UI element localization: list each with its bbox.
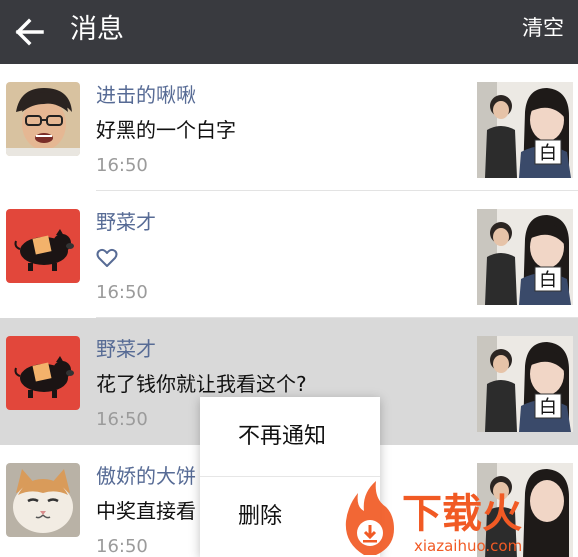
sender-name[interactable]: 野菜才 bbox=[96, 336, 156, 362]
svg-text:白: 白 bbox=[539, 143, 557, 164]
back-arrow-icon[interactable] bbox=[12, 14, 48, 50]
red-pig-avatar-icon[interactable] bbox=[6, 336, 80, 410]
photo-thumbnail[interactable]: 白 bbox=[477, 209, 573, 305]
mute-notifications-menu-item[interactable]: 不再通知 bbox=[200, 397, 380, 477]
red-pig-avatar-icon[interactable] bbox=[6, 209, 80, 283]
svg-text:xiazaihuo.com: xiazaihuo.com bbox=[414, 537, 522, 555]
cat-avatar-icon[interactable] bbox=[6, 463, 80, 537]
message-time: 16:50 bbox=[96, 409, 148, 430]
svg-text:白: 白 bbox=[539, 397, 557, 418]
sender-name[interactable]: 傲娇的大饼 bbox=[96, 463, 196, 489]
boy-glasses-avatar-icon[interactable] bbox=[6, 82, 80, 156]
heart-icon bbox=[96, 247, 118, 269]
flame-icon bbox=[345, 481, 394, 555]
watermark-logo: 下载火 xiazaihuo.com bbox=[340, 477, 578, 557]
top-bar: 消息 清空 bbox=[0, 0, 578, 64]
photo-thumbnail[interactable]: 白 bbox=[477, 336, 573, 432]
clear-button[interactable]: 清空 bbox=[522, 12, 564, 44]
sender-name[interactable]: 进击的啾啾 bbox=[96, 82, 196, 108]
svg-text:下载火: 下载火 bbox=[402, 491, 522, 537]
svg-text:白: 白 bbox=[539, 270, 557, 291]
message-text: 好黑的一个白字 bbox=[96, 118, 236, 142]
message-time: 16:50 bbox=[96, 282, 148, 303]
page-title: 消息 bbox=[70, 14, 124, 45]
sender-name[interactable]: 野菜才 bbox=[96, 209, 156, 235]
message-time: 16:50 bbox=[96, 155, 148, 176]
message-row[interactable]: 野菜才 16:50 白 bbox=[0, 191, 578, 318]
message-text: 中奖直接看 bbox=[96, 499, 196, 523]
message-text: 花了钱你就让我看这个? bbox=[96, 372, 307, 396]
message-row[interactable]: 进击的啾啾 好黑的一个白字 16:50 白 bbox=[0, 64, 578, 191]
message-time: 16:50 bbox=[96, 536, 148, 557]
photo-thumbnail[interactable]: 白 bbox=[477, 82, 573, 178]
